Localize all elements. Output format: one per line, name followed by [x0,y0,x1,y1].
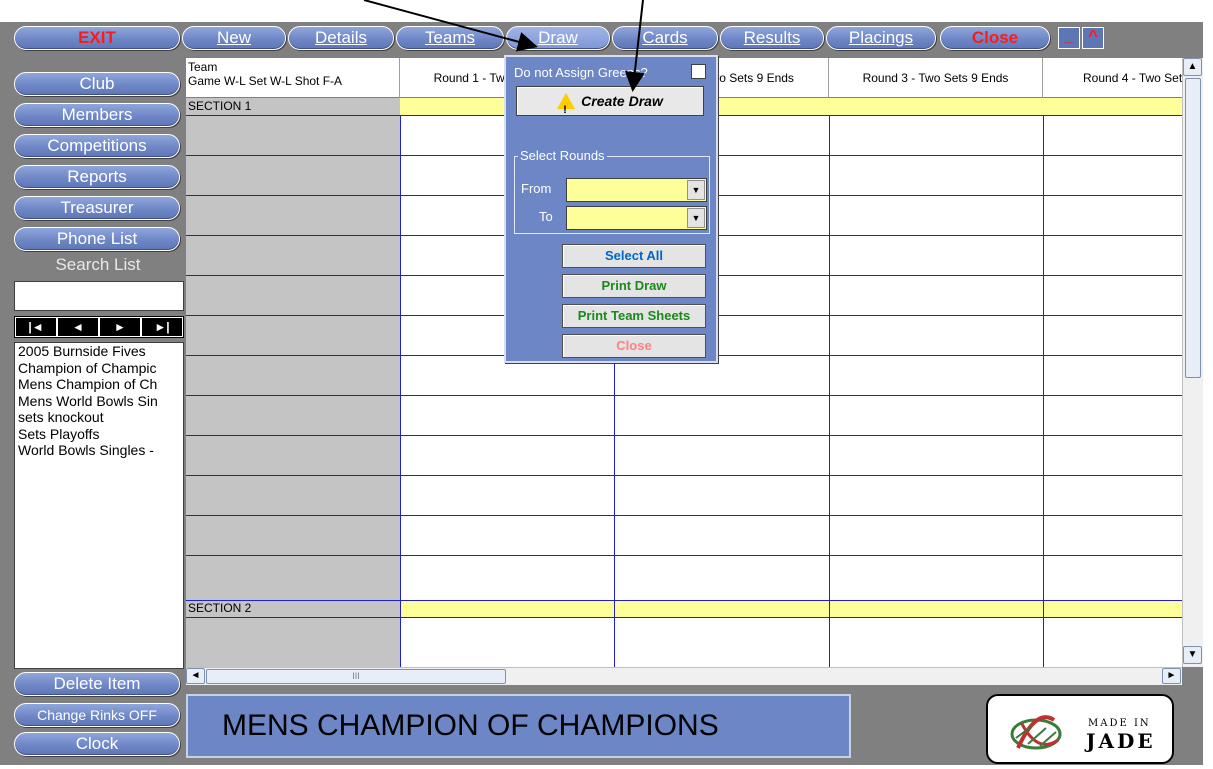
round-4-header: Round 4 - Two Sets 9 Ends [1043,58,1182,98]
first-record-icon[interactable]: |◄ [16,318,56,336]
last-record-icon[interactable]: ►| [142,318,182,336]
grid-row-line [186,555,1182,556]
change-rinks-button[interactable]: Change Rinks OFF [14,703,180,727]
sidebar-item-reports[interactable]: Reports [14,165,180,189]
minimize-button[interactable]: _ [1058,27,1080,49]
list-item[interactable]: World Bowls Singles - [15,442,183,459]
sidebar-item-club[interactable]: Club [14,72,180,96]
section-2-label: SECTION 2 [188,601,252,615]
draw-popup: Do not Assign Greens? ! Create Draw Selec… [504,55,718,363]
clock-button[interactable]: Clock [14,732,180,756]
grid-column-line [829,115,830,667]
section-2-row [400,600,1182,617]
app-window: EXIT New Details Teams Draw Cards Result… [0,22,1203,765]
sidebar-item-members[interactable]: Members [14,103,180,127]
sidebar-item-competitions[interactable]: Competitions [14,134,180,158]
list-item[interactable]: 2005 Burnside Fives [15,343,183,360]
competition-title-banner: MENS CHAMPION OF CHAMPIONS [186,694,851,758]
previous-record-icon[interactable]: ◄ [58,318,98,336]
grid-row-line [186,475,1182,476]
team-header-title: Team [188,60,218,74]
horizontal-scrollbar[interactable]: ◄ III ► [186,667,1182,685]
search-input[interactable] [14,281,184,311]
round-3-header: Round 3 - Two Sets 9 Ends [829,58,1043,98]
select-rounds-legend: Select Rounds [518,148,607,163]
from-round-select[interactable]: ▼ [566,178,707,202]
search-list-label: Search List [55,255,141,274]
logo-text-jade: JADE [1086,729,1156,753]
grid-row-line [186,435,1182,436]
maximize-button[interactable]: ^ [1082,27,1104,49]
tab-results[interactable]: Results [720,26,824,50]
warning-icon: ! [557,93,576,116]
vertical-scroll-thumb[interactable] [1185,78,1201,378]
sidebar-item-treasurer[interactable]: Treasurer [14,196,180,220]
next-record-icon[interactable]: ► [100,318,140,336]
sidebar-item-phone-list[interactable]: Phone List [14,227,180,251]
vertical-scrollbar[interactable]: ▲ ▼ [1182,58,1203,667]
create-draw-label: Create Draw [581,93,663,109]
to-label: To [539,209,553,224]
delete-item-button[interactable]: Delete Item [14,672,180,696]
grid-row-line [186,395,1182,396]
tab-cards[interactable]: Cards [612,26,718,50]
team-header-subtitle: Game W-L Set W-L Shot F-A [188,74,343,88]
chevron-down-icon[interactable]: ▼ [687,180,705,200]
tab-draw[interactable]: Draw [506,26,610,50]
horizontal-scroll-thumb[interactable]: III [206,669,506,684]
print-draw-button[interactable]: Print Draw [562,274,706,298]
section-1-label: SECTION 1 [188,99,252,113]
exit-button[interactable]: EXIT [14,26,180,50]
scroll-left-icon[interactable]: ◄ [186,668,205,684]
tab-teams[interactable]: Teams [396,26,504,50]
scroll-up-icon[interactable]: ▲ [1183,58,1202,76]
chevron-down-icon[interactable]: ▼ [687,208,705,228]
record-navigator: |◄ ◄ ► ►| [14,316,184,338]
list-item[interactable]: Mens World Bowls Sin [15,393,183,410]
made-in-jade-logo: MADE IN JADE [986,694,1174,764]
create-draw-button[interactable]: ! Create Draw [516,86,704,116]
from-label: From [521,181,552,196]
jade-logo-icon [1010,715,1062,750]
logo-text-made-in: MADE IN [1088,718,1151,729]
grid-row-line [186,515,1182,516]
scroll-down-icon[interactable]: ▼ [1183,646,1202,664]
list-item[interactable]: Sets Playoffs [15,426,183,443]
grid-column-line [400,115,401,667]
tab-details[interactable]: Details [288,26,394,50]
select-all-button[interactable]: Select All [562,244,706,268]
close-popup-button[interactable]: Close [562,334,706,358]
close-button[interactable]: Close [940,26,1050,50]
team-column-header: Team Game W-L Set W-L Shot F-A [186,58,400,98]
list-item[interactable]: sets knockout [15,409,183,426]
grid-column-line [1043,115,1044,667]
assign-greens-checkbox[interactable] [691,64,706,79]
team-column [186,98,400,667]
list-item[interactable]: Champion of Champic [15,360,183,377]
grid-row-line [186,600,1182,601]
grid-row-line [186,617,1182,618]
tab-new[interactable]: New [182,26,286,50]
scroll-right-icon[interactable]: ► [1162,668,1181,684]
tab-placings[interactable]: Placings [826,26,936,50]
print-team-sheets-button[interactable]: Print Team Sheets [562,304,706,328]
list-item[interactable]: Mens Champion of Ch [15,376,183,393]
to-round-select[interactable]: ▼ [566,206,707,230]
competition-list: 2005 Burnside Fives Champion of Champic … [14,342,184,669]
assign-greens-label: Do not Assign Greens? [514,65,648,80]
